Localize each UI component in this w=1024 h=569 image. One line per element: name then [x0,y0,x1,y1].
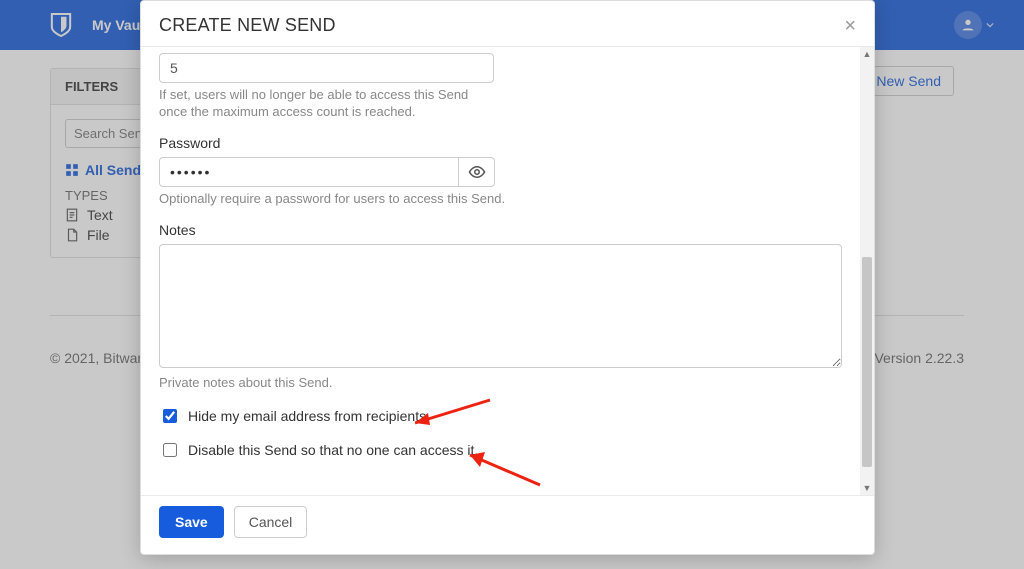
modal-scroll-area: If set, users will no longer be able to … [141,47,874,496]
disable-send-label: Disable this Send so that no one can acc… [188,442,478,458]
disable-send-row[interactable]: Disable this Send so that no one can acc… [159,440,842,460]
hide-email-row[interactable]: Hide my email address from recipients. [159,406,842,426]
scrollbar-thumb[interactable] [862,257,872,467]
modal-title: CREATE NEW SEND [159,15,336,36]
modal-scrollbar[interactable]: ▲ ▼ [860,47,874,495]
scroll-up-icon[interactable]: ▲ [860,47,874,61]
hide-email-checkbox[interactable] [163,409,177,423]
disable-send-checkbox[interactable] [163,443,177,457]
cancel-button[interactable]: Cancel [234,506,308,538]
max-access-count-input[interactable] [159,53,494,83]
scroll-down-icon[interactable]: ▼ [860,481,874,495]
eye-icon [468,163,486,181]
password-label: Password [159,135,842,151]
notes-label: Notes [159,222,842,238]
notes-help: Private notes about this Send. [159,375,842,392]
hide-email-label: Hide my email address from recipients. [188,408,430,424]
password-input[interactable] [159,157,459,187]
save-button[interactable]: Save [159,506,224,538]
max-access-help: If set, users will no longer be able to … [159,87,499,121]
create-send-modal: CREATE NEW SEND × If set, users will no … [140,0,875,555]
password-help: Optionally require a password for users … [159,191,842,208]
toggle-password-visibility-button[interactable] [459,157,495,187]
modal-header: CREATE NEW SEND × [141,1,874,47]
notes-textarea[interactable] [159,244,842,368]
modal-footer: Save Cancel [141,496,874,554]
modal-close-button[interactable]: × [844,16,856,36]
